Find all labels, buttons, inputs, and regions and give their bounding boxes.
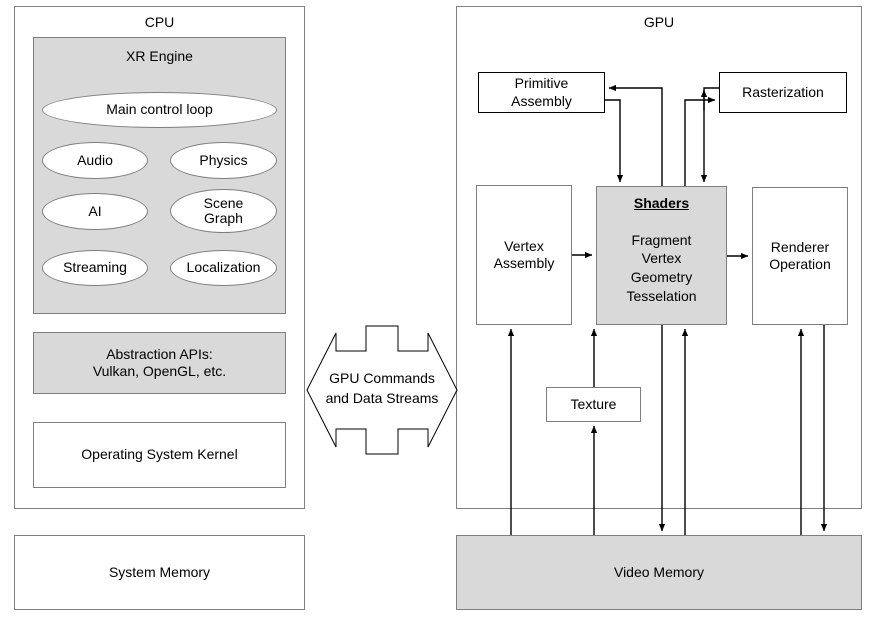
renderer-operation-block: Renderer Operation: [752, 187, 848, 325]
diagram-canvas: CPU XR Engine Main control loop Audio Ph…: [0, 0, 876, 618]
xr-module-streaming: Streaming: [42, 250, 148, 286]
gpu-commands-arrow: GPU Commands and Data Streams: [306, 325, 458, 455]
xr-module-physics: Physics: [170, 142, 277, 179]
xr-module-ai: AI: [42, 193, 148, 230]
rasterization-label: Rasterization: [742, 83, 824, 100]
os-kernel-label: Operating System Kernel: [81, 446, 238, 463]
primitive-assembly-block: Primitive Assembly: [478, 72, 605, 113]
xr-module-audio: Audio: [42, 142, 148, 179]
rasterization-block: Rasterization: [719, 72, 847, 113]
texture-block: Texture: [546, 387, 641, 422]
xr-module-label: Main control loop: [106, 101, 213, 118]
xr-module-localization: Localization: [170, 250, 277, 286]
vertex-assembly-label: Vertex Assembly: [493, 237, 555, 272]
shaders-items: Fragment Vertex Geometry Tesselation: [626, 231, 697, 305]
abstraction-apis-block: Abstraction APIs: Vulkan, OpenGL, etc.: [33, 332, 286, 394]
xr-module-label: Audio: [77, 151, 113, 168]
abstraction-apis-label: Abstraction APIs: Vulkan, OpenGL, etc.: [92, 345, 227, 380]
xr-module-label: Localization: [186, 259, 261, 276]
xr-module-scene-graph: Scene Graph: [170, 189, 277, 233]
xr-module-main-control-loop: Main control loop: [42, 92, 277, 128]
texture-label: Texture: [570, 395, 617, 412]
os-kernel-block: Operating System Kernel: [33, 422, 286, 488]
renderer-operation-label: Renderer Operation: [769, 238, 831, 273]
gpu-title: GPU: [643, 14, 675, 30]
xr-module-label: Scene Graph: [203, 194, 244, 226]
system-memory-label: System Memory: [108, 563, 211, 580]
video-memory-block: Video Memory: [456, 535, 862, 610]
primitive-assembly-label: Primitive Assembly: [511, 75, 572, 109]
system-memory-block: System Memory: [14, 535, 305, 610]
gpu-commands-label: GPU Commands and Data Streams: [325, 370, 439, 407]
cpu-title: CPU: [144, 14, 175, 30]
xr-module-label: AI: [88, 202, 102, 219]
shaders-block: Shaders Fragment Vertex Geometry Tessela…: [596, 186, 727, 325]
xr-module-label: Physics: [199, 151, 248, 168]
vertex-assembly-block: Vertex Assembly: [476, 185, 572, 325]
shaders-title: Shaders: [633, 195, 690, 211]
xr-module-label: Streaming: [63, 259, 127, 276]
video-memory-label: Video Memory: [613, 563, 704, 580]
xr-engine-title: XR Engine: [126, 48, 193, 64]
